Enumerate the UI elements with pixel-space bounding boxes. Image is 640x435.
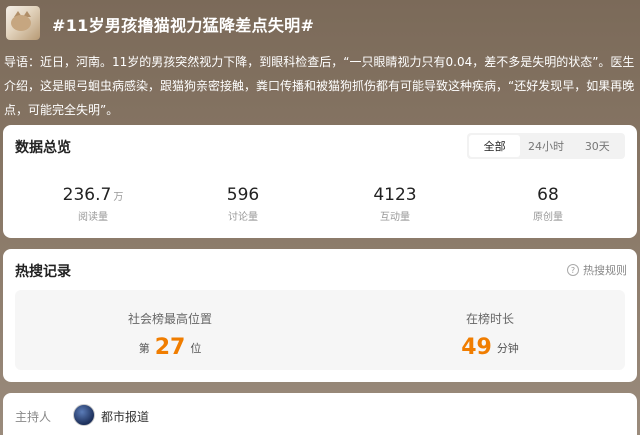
hot-search-title: 热搜记录: [15, 264, 71, 280]
stat-label: 原创量: [533, 212, 563, 223]
stat-value: 68: [537, 185, 559, 205]
stat-unit: 万: [113, 192, 124, 203]
duration-suffix: 分钟: [496, 342, 519, 355]
host-card: 主持人 都市报道: [3, 393, 637, 435]
stat-value: 596: [226, 185, 260, 205]
stat-label: 互动量: [380, 212, 410, 223]
rank-label: 社会榜最高位置: [127, 312, 212, 326]
rank-block: 社会榜最高位置 第 27 位: [70, 290, 270, 360]
cat-image: [11, 15, 31, 31]
host-label: 主持人: [15, 410, 52, 424]
duration-label: 在榜时长: [465, 312, 514, 326]
topic-title: #11岁男孩撸猫视力猛降差点失明#: [52, 16, 315, 35]
stat-value: 4123: [373, 185, 417, 205]
hot-rules-label: 热搜规则: [583, 264, 627, 277]
rank-prefix: 第: [138, 342, 150, 355]
hot-rules-link[interactable]: ? 热搜规则: [567, 262, 627, 278]
topic-header: #11岁男孩撸猫视力猛降差点失明# 导语：近日，河南。11岁的男孩突然视力下降，…: [0, 0, 640, 125]
stats-row: 236.7 万 阅读量 596 讨论量 4123 互动量 68 原创量: [3, 185, 637, 225]
duration-block: 在榜时长 49 分钟: [390, 290, 590, 360]
stat-value: 236.7: [62, 185, 112, 205]
rank-suffix: 位: [190, 342, 202, 355]
time-range-tabs: 全部 24小时 30天: [467, 133, 625, 159]
data-overview-card: 数据总览 全部 24小时 30天 236.7 万 阅读量 596 讨论量 4123…: [3, 125, 637, 238]
hot-search-card: 热搜记录 ? 热搜规则 社会榜最高位置 第 27 位 在榜时长 49 分钟: [3, 249, 637, 382]
stat-interactions: 4123 互动量: [335, 185, 455, 223]
avatar[interactable]: [73, 404, 95, 426]
stat-label: 讨论量: [228, 212, 258, 223]
stat-reads: 236.7 万 阅读量: [33, 185, 153, 223]
tab-all[interactable]: 全部: [469, 135, 521, 157]
duration-value: 49: [461, 335, 492, 360]
tab-24h[interactable]: 24小时: [520, 135, 571, 157]
hot-search-stats: 社会榜最高位置 第 27 位 在榜时长 49 分钟: [15, 290, 625, 370]
rank-value: 27: [154, 335, 186, 360]
stat-discussions: 596 讨论量: [183, 185, 303, 223]
stat-originals: 68 原创量: [488, 185, 608, 223]
tab-30d[interactable]: 30天: [572, 135, 623, 157]
stat-label: 阅读量: [78, 212, 108, 223]
overview-title: 数据总览: [15, 140, 71, 156]
topic-thumbnail: [6, 6, 40, 40]
host-name-link[interactable]: 都市报道: [101, 408, 149, 425]
question-icon: ?: [567, 264, 579, 276]
topic-intro: 导语：近日，河南。11岁的男孩突然视力下降，到眼科检查后，“一只眼睛视力只有0.…: [4, 55, 635, 117]
